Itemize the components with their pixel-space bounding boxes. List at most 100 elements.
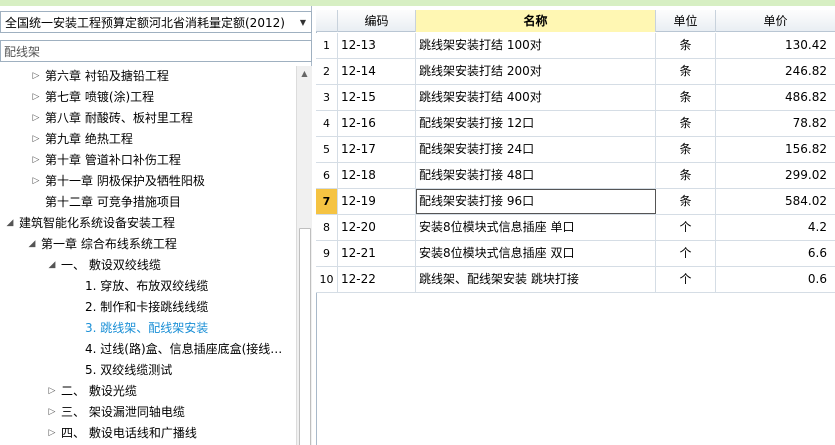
cell-price[interactable]: 584.02 [716, 189, 835, 214]
cell-price[interactable]: 0.6 [716, 267, 835, 292]
row-index[interactable]: 7 [316, 189, 338, 214]
cell-name[interactable]: 配线架安装打接 12口 [416, 111, 656, 136]
cell-code[interactable]: 12-15 [338, 85, 416, 110]
cell-code[interactable]: 12-21 [338, 241, 416, 266]
cell-name[interactable]: 配线架安装打接 48口 [416, 163, 656, 188]
tree-node[interactable]: 2. 制作和卡接跳线线缆 [0, 297, 296, 318]
cell-unit[interactable]: 个 [656, 215, 716, 240]
cell-code[interactable]: 12-22 [338, 267, 416, 292]
cell-unit[interactable]: 条 [656, 85, 716, 110]
expanded-arrow-icon[interactable]: ◢ [46, 255, 58, 276]
cell-name[interactable]: 跳线架安装打结 400对 [416, 85, 656, 110]
table-row[interactable]: 10 12-22 跳线架、配线架安装 跳块打接个 0.6 [316, 267, 835, 293]
tree-node[interactable]: ◢ 第一章 综合布线系统工程 [0, 234, 296, 255]
tree-node[interactable]: ▷ 第六章 衬铅及搪铅工程 [0, 66, 296, 87]
search-input[interactable] [0, 40, 312, 62]
tree-node[interactable]: 4. 过线(路)盒、信息插座底盒(接线… [0, 339, 296, 360]
cell-price[interactable]: 156.82 [716, 137, 835, 162]
header-price[interactable]: 单价 [716, 10, 835, 32]
header-code[interactable]: 编码 [338, 10, 416, 32]
table-row[interactable]: 6 12-18 配线架安装打接 48口条 299.02 [316, 163, 835, 189]
header-name[interactable]: 名称 [416, 10, 656, 32]
collapsed-arrow-icon[interactable]: ▷ [46, 402, 58, 423]
cell-name[interactable]: 配线架安装打接 96口 [416, 189, 656, 214]
cell-price[interactable]: 78.82 [716, 111, 835, 136]
row-index[interactable]: 1 [316, 33, 338, 58]
cell-unit[interactable]: 条 [656, 33, 716, 58]
cell-unit[interactable]: 条 [656, 111, 716, 136]
cell-price[interactable]: 130.42 [716, 33, 835, 58]
table-row[interactable]: 5 12-17 配线架安装打接 24口条 156.82 [316, 137, 835, 163]
table-row[interactable]: 3 12-15 跳线架安装打结 400对条 486.82 [316, 85, 835, 111]
cell-unit[interactable]: 条 [656, 137, 716, 162]
collapsed-arrow-icon[interactable]: ▷ [30, 129, 42, 150]
row-index[interactable]: 8 [316, 215, 338, 240]
cell-name[interactable]: 安装8位模块式信息插座 双口 [416, 241, 656, 266]
tree-node[interactable]: ▷ 第八章 耐酸砖、板衬里工程 [0, 108, 296, 129]
table-row[interactable]: 7 12-19 配线架安装打接 96口条 584.02 [316, 189, 835, 215]
collapsed-arrow-icon[interactable]: ▷ [30, 171, 42, 192]
collapsed-arrow-icon[interactable]: ▷ [46, 423, 58, 444]
cell-name[interactable]: 跳线架安装打结 100对 [416, 33, 656, 58]
cell-price[interactable]: 486.82 [716, 85, 835, 110]
cell-name[interactable]: 跳线架安装打结 200对 [416, 59, 656, 84]
tree-node[interactable]: ▷ 第十章 管道补口补伤工程 [0, 150, 296, 171]
collapsed-arrow-icon[interactable]: ▷ [30, 87, 42, 108]
tree-node[interactable]: 第十二章 可竞争措施项目 [0, 192, 296, 213]
quota-library-dropdown[interactable]: 全国统一安装工程预算定额河北省消耗量定额(2012) ▼ [0, 11, 312, 33]
cell-name[interactable]: 配线架安装打接 24口 [416, 137, 656, 162]
collapsed-arrow-icon[interactable]: ▷ [30, 108, 42, 129]
cell-code[interactable]: 12-20 [338, 215, 416, 240]
collapsed-arrow-icon[interactable]: ▷ [30, 150, 42, 171]
tree-node[interactable]: ▷ 三、 架设漏泄同轴电缆 [0, 402, 296, 423]
cell-name[interactable]: 安装8位模块式信息插座 单口 [416, 215, 656, 240]
collapsed-arrow-icon[interactable]: ▷ [46, 381, 58, 402]
table-row[interactable]: 4 12-16 配线架安装打接 12口条 78.82 [316, 111, 835, 137]
table-row[interactable]: 8 12-20 安装8位模块式信息插座 单口个 4.2 [316, 215, 835, 241]
collapsed-arrow-icon[interactable]: ▷ [30, 66, 42, 87]
cell-unit[interactable]: 条 [656, 163, 716, 188]
table-row[interactable]: 1 12-13 跳线架安装打结 100对条 130.42 [316, 33, 835, 59]
cell-unit[interactable]: 个 [656, 241, 716, 266]
tree-node[interactable]: ▷ 四、 敷设电话线和广播线 [0, 423, 296, 444]
scroll-thumb[interactable] [299, 228, 311, 445]
cell-code[interactable]: 12-17 [338, 137, 416, 162]
row-index[interactable]: 9 [316, 241, 338, 266]
row-index[interactable]: 2 [316, 59, 338, 84]
row-index[interactable]: 5 [316, 137, 338, 162]
expanded-arrow-icon[interactable]: ◢ [4, 213, 16, 234]
cell-code[interactable]: 12-16 [338, 111, 416, 136]
expanded-arrow-icon[interactable]: ◢ [26, 234, 38, 255]
cell-name[interactable]: 跳线架、配线架安装 跳块打接 [416, 267, 656, 292]
tree-node[interactable]: ▷ 二、 敷设光缆 [0, 381, 296, 402]
tree-node[interactable]: 1. 穿放、布放双绞线缆 [0, 276, 296, 297]
row-index[interactable]: 6 [316, 163, 338, 188]
tree-node[interactable]: ▷ 第九章 绝热工程 [0, 129, 296, 150]
tree-node[interactable]: ◢ 建筑智能化系统设备安装工程 [0, 213, 296, 234]
row-index[interactable]: 10 [316, 267, 338, 292]
cell-unit[interactable]: 条 [656, 189, 716, 214]
tree-node[interactable]: ▷ 第十一章 阴极保护及牺牲阳极 [0, 171, 296, 192]
row-index[interactable]: 3 [316, 85, 338, 110]
cell-unit[interactable]: 条 [656, 59, 716, 84]
cell-price[interactable]: 4.2 [716, 215, 835, 240]
scroll-up-arrow-icon[interactable]: ▲ [297, 66, 312, 82]
tree-scrollbar[interactable]: ▲ [296, 66, 312, 445]
header-unit[interactable]: 单位 [656, 10, 716, 32]
chevron-down-icon[interactable]: ▼ [295, 18, 311, 27]
cell-price[interactable]: 299.02 [716, 163, 835, 188]
cell-code[interactable]: 12-14 [338, 59, 416, 84]
tree-node[interactable]: ◢ 一、 敷设双绞线缆 [0, 255, 296, 276]
cell-price[interactable]: 246.82 [716, 59, 835, 84]
tree-node[interactable]: ▷ 第七章 喷镀(涂)工程 [0, 87, 296, 108]
tree-node[interactable]: 5. 双绞线缆测试 [0, 360, 296, 381]
cell-code[interactable]: 12-19 [338, 189, 416, 214]
row-index[interactable]: 4 [316, 111, 338, 136]
cell-price[interactable]: 6.6 [716, 241, 835, 266]
table-row[interactable]: 2 12-14 跳线架安装打结 200对条 246.82 [316, 59, 835, 85]
cell-unit[interactable]: 个 [656, 267, 716, 292]
cell-code[interactable]: 12-18 [338, 163, 416, 188]
table-row[interactable]: 9 12-21 安装8位模块式信息插座 双口个 6.6 [316, 241, 835, 267]
cell-code[interactable]: 12-13 [338, 33, 416, 58]
tree-node[interactable]: 3. 跳线架、配线架安装 [0, 318, 296, 339]
